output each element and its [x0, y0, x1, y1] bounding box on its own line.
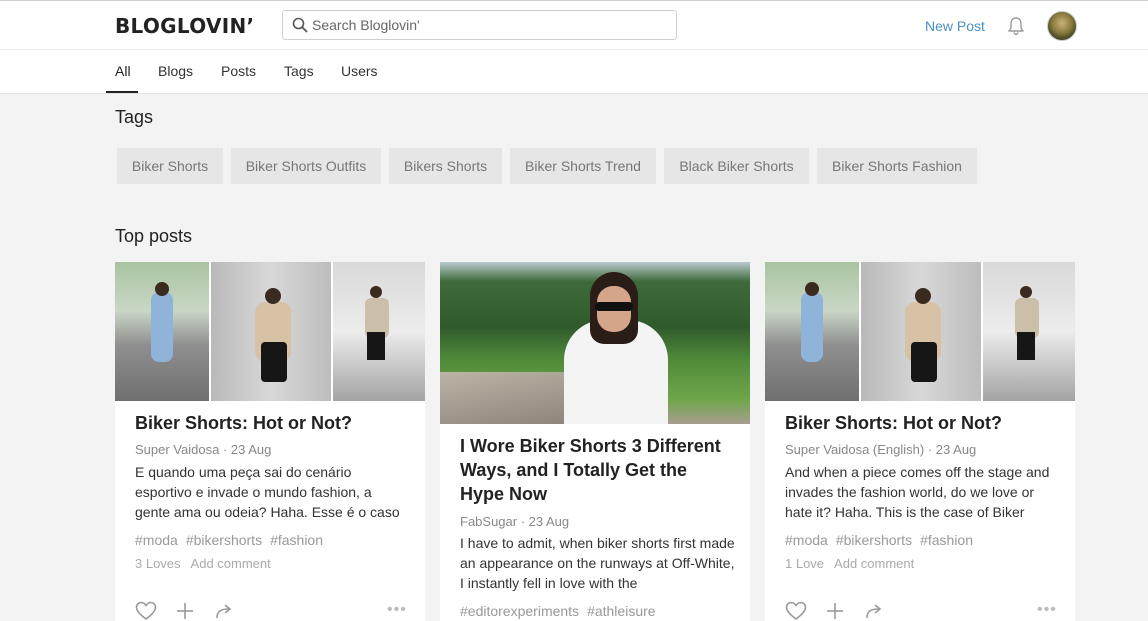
post-tag[interactable]: #athleisure: [587, 603, 656, 619]
search-icon: [292, 17, 308, 33]
post-card[interactable]: Biker Shorts: Hot or Not? Super Vaidosa …: [765, 262, 1075, 621]
post-meta: Super Vaidosa · 23 Aug: [135, 442, 272, 457]
post-title[interactable]: Biker Shorts: Hot or Not?: [785, 411, 1055, 435]
bloglovin-logo[interactable]: BLOGLOVIN’: [115, 14, 254, 38]
post-date: 23 Aug: [528, 514, 570, 529]
post-card[interactable]: I Wore Biker Shorts 3 Different Ways, an…: [440, 262, 750, 621]
top-bar: BLOGLOVIN’ New Post: [0, 0, 1148, 50]
tab-users[interactable]: Users: [341, 63, 378, 79]
post-excerpt: E quando uma peça sai do cenário esporti…: [135, 464, 400, 520]
user-avatar[interactable]: [1047, 11, 1077, 41]
bell-icon[interactable]: [1007, 16, 1025, 36]
post-excerpt: And when a piece comes off the stage and…: [785, 464, 1050, 520]
top-posts-section-title: Top posts: [115, 226, 193, 246]
tag-chip[interactable]: Bikers Shorts: [389, 148, 502, 184]
loves-count[interactable]: 3 Loves: [135, 556, 181, 571]
post-tag[interactable]: #moda: [785, 532, 828, 548]
post-tag[interactable]: #bikershorts: [836, 532, 912, 548]
post-actions: [135, 601, 248, 621]
post-author[interactable]: Super Vaidosa (English): [785, 442, 924, 457]
tag-chip[interactable]: Biker Shorts: [117, 148, 223, 184]
post-meta: FabSugar · 23 Aug: [460, 514, 570, 529]
post-author[interactable]: Super Vaidosa: [135, 442, 219, 457]
post-card[interactable]: Biker Shorts: Hot or Not? Super Vaidosa …: [115, 262, 425, 621]
post-actions: [785, 601, 898, 621]
post-image[interactable]: [115, 262, 425, 401]
new-post-link[interactable]: New Post: [925, 18, 985, 34]
post-title[interactable]: Biker Shorts: Hot or Not?: [135, 411, 405, 435]
post-tags: #moda #bikershorts #fashion: [135, 532, 331, 548]
tab-tags[interactable]: Tags: [284, 63, 314, 79]
more-icon[interactable]: •••: [387, 601, 407, 619]
active-tab-indicator: [106, 91, 138, 93]
post-tag[interactable]: #fashion: [270, 532, 323, 548]
heart-icon[interactable]: [135, 601, 157, 621]
share-icon[interactable]: [864, 601, 884, 621]
search-results-tabs: All Blogs Posts Tags Users: [0, 50, 1148, 94]
tab-blogs[interactable]: Blogs: [158, 63, 193, 79]
add-comment-link[interactable]: Add comment: [834, 556, 914, 571]
post-tags: #moda #bikershorts #fashion: [785, 532, 981, 548]
post-tag[interactable]: #fashion: [920, 532, 973, 548]
heart-icon[interactable]: [785, 601, 807, 621]
plus-icon[interactable]: [825, 601, 845, 621]
post-tag[interactable]: #editorexperiments: [460, 603, 579, 619]
post-date: 23 Aug: [935, 442, 977, 457]
post-author[interactable]: FabSugar: [460, 514, 517, 529]
post-image[interactable]: [440, 262, 750, 424]
tab-all[interactable]: All: [115, 63, 131, 79]
post-excerpt: I have to admit, when biker shorts first…: [460, 535, 735, 591]
post-tags: #editorexperiments #athleisure: [460, 603, 664, 619]
post-image[interactable]: [765, 262, 1075, 401]
tag-chip[interactable]: Biker Shorts Trend: [510, 148, 656, 184]
plus-icon[interactable]: [175, 601, 195, 621]
more-icon[interactable]: •••: [1037, 601, 1057, 619]
tag-chip[interactable]: Biker Shorts Outfits: [231, 148, 381, 184]
add-comment-link[interactable]: Add comment: [191, 556, 271, 571]
post-stats: 3 Loves Add comment: [135, 556, 281, 571]
tag-chip[interactable]: Biker Shorts Fashion: [817, 148, 977, 184]
search-input[interactable]: [312, 15, 667, 35]
post-date: 23 Aug: [230, 442, 272, 457]
post-stats: 1 Love Add comment: [785, 556, 924, 571]
search-box[interactable]: [282, 10, 677, 40]
tab-posts[interactable]: Posts: [221, 63, 256, 79]
post-tag[interactable]: #bikershorts: [186, 532, 262, 548]
share-icon[interactable]: [214, 601, 234, 621]
loves-count[interactable]: 1 Love: [785, 556, 824, 571]
post-meta: Super Vaidosa (English) · 23 Aug: [785, 442, 977, 457]
tag-chip[interactable]: Black Biker Shorts: [664, 148, 809, 184]
tags-section-title: Tags: [115, 107, 154, 127]
post-title[interactable]: I Wore Biker Shorts 3 Different Ways, an…: [460, 434, 735, 506]
post-tag[interactable]: #moda: [135, 532, 178, 548]
